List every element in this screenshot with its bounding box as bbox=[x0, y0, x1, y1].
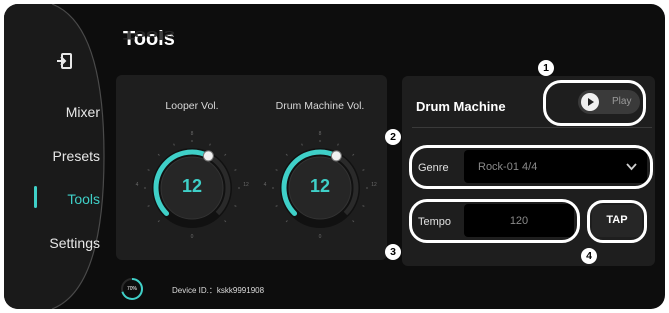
device-id: Device ID.：kskk9991908 bbox=[172, 286, 265, 295]
looper-volume-value: 12 bbox=[181, 176, 203, 196]
sidebar-item-mixer[interactable]: Mixer bbox=[4, 104, 100, 120]
volume-panel: Looper Vol. Drum Machine Vol. 12 8 4 12 … bbox=[116, 75, 387, 260]
knob-tick-mark bbox=[362, 169, 365, 171]
knob-tick-mark bbox=[157, 153, 160, 156]
looper-volume-knob[interactable]: 12 8 4 12 0 bbox=[132, 128, 252, 248]
knob-tick-mark bbox=[352, 153, 355, 156]
callout-number-1: 1 bbox=[538, 60, 554, 76]
callout-number-3: 3 bbox=[385, 244, 401, 260]
callout-tempo bbox=[409, 199, 580, 243]
callout-play bbox=[543, 80, 646, 126]
app-window: Mixer Presets Tools Settings Tools Tools… bbox=[4, 4, 665, 309]
tick-label-top: 8 bbox=[190, 131, 194, 137]
tick-label-left: 4 bbox=[135, 182, 139, 188]
tick-label-right: 12 bbox=[243, 182, 249, 188]
knob-tick-mark bbox=[234, 169, 237, 171]
divider bbox=[412, 127, 652, 128]
tick-label-left: 4 bbox=[263, 182, 267, 188]
sidebar-item-tools[interactable]: Tools bbox=[4, 191, 100, 207]
drum-machine-volume-value: 12 bbox=[309, 176, 331, 196]
callout-genre bbox=[409, 145, 653, 189]
knob-tick-mark bbox=[301, 143, 303, 146]
knob-tick-mark bbox=[224, 153, 227, 156]
progress-ring: 70% bbox=[120, 277, 144, 301]
tick-label-bottom: 0 bbox=[318, 234, 322, 240]
knob-tick-mark bbox=[275, 205, 278, 207]
knob-tick-mark bbox=[234, 205, 237, 207]
tick-label-right: 12 bbox=[371, 182, 377, 188]
knob-tick-mark bbox=[173, 143, 175, 146]
knob-tick-mark bbox=[275, 169, 278, 171]
knob-tick-mark bbox=[209, 143, 211, 146]
looper-volume-label: Looper Vol. bbox=[165, 100, 219, 112]
knob-tick-mark bbox=[147, 169, 150, 171]
sidebar-item-settings[interactable]: Settings bbox=[4, 235, 100, 251]
sidebar-item-presets[interactable]: Presets bbox=[4, 148, 100, 164]
knob-tick-mark bbox=[352, 220, 355, 223]
progress-label: 70% bbox=[126, 286, 137, 292]
callout-tap bbox=[587, 200, 647, 243]
knob-tick-mark bbox=[362, 205, 365, 207]
page-title-reflection: Tools bbox=[123, 27, 175, 41]
knob-tick-mark bbox=[224, 220, 227, 223]
knob-tick-mark bbox=[147, 205, 150, 207]
knob-tick-mark bbox=[285, 220, 288, 223]
sidebar: Mixer Presets Tools Settings bbox=[4, 4, 108, 309]
callout-number-2: 2 bbox=[385, 129, 401, 145]
tick-label-top: 8 bbox=[318, 131, 322, 137]
tick-label-bottom: 0 bbox=[190, 234, 194, 240]
knob-tick-mark bbox=[285, 153, 288, 156]
drum-machine-volume-knob[interactable]: 12 8 4 12 0 bbox=[260, 128, 380, 248]
knob-tick-mark bbox=[157, 220, 160, 223]
drum-machine-volume-label: Drum Machine Vol. bbox=[275, 100, 365, 112]
exit-icon[interactable] bbox=[56, 53, 72, 69]
drum-machine-title: Drum Machine bbox=[416, 99, 506, 114]
knob-tick-mark bbox=[337, 143, 339, 146]
callout-number-4: 4 bbox=[581, 248, 597, 264]
